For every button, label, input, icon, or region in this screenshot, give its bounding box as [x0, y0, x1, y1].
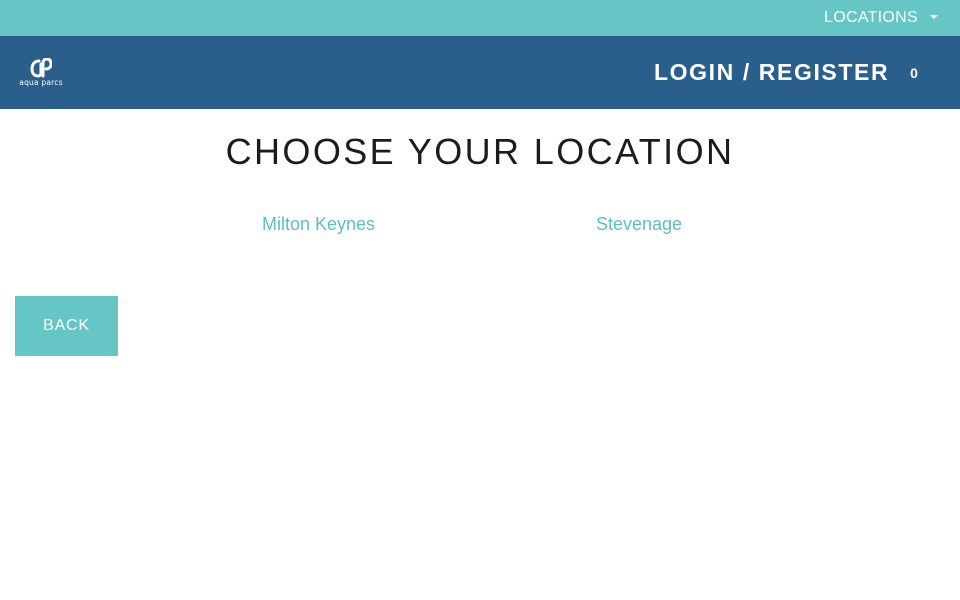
- cart-count-badge[interactable]: 0: [904, 36, 924, 109]
- back-button[interactable]: BACK: [15, 296, 118, 356]
- locations-label: LOCATIONS: [824, 9, 918, 26]
- top-bar: LOCATIONS: [0, 0, 960, 36]
- logo-text: aqua parcs: [19, 78, 63, 87]
- page-title: CHOOSE YOUR LOCATION: [225, 131, 735, 172]
- location-link-stevenage[interactable]: Stevenage: [596, 212, 682, 236]
- site-logo[interactable]: aqua parcs: [14, 58, 68, 90]
- chevron-down-icon: [930, 15, 938, 19]
- locations-dropdown[interactable]: LOCATIONS: [824, 0, 938, 36]
- login-register-link[interactable]: LOGIN / REGISTER: [654, 36, 889, 109]
- location-link-milton-keynes[interactable]: Milton Keynes: [262, 212, 375, 236]
- aqua-parcs-logo-icon: [30, 58, 52, 78]
